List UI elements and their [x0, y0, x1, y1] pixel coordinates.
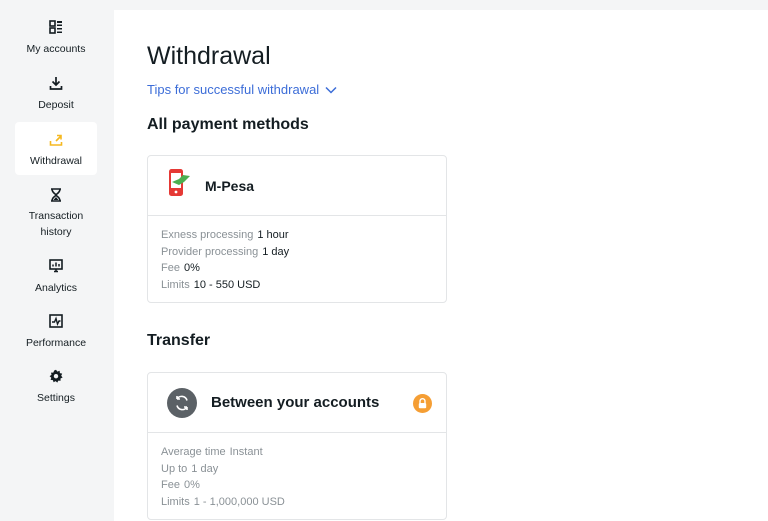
- card-details: Exness processing 1 hour Provider process…: [148, 216, 446, 293]
- detail-row: Fee 0%: [161, 479, 200, 491]
- detail-row: Exness processing 1 hour: [161, 229, 289, 241]
- detail-row: Limits 1 - 1,000,000 USD: [161, 495, 285, 508]
- detail-row: Up to 1 day: [161, 462, 219, 475]
- card-header: M-Pesa: [148, 156, 446, 216]
- card-details: Average time Instant Up to 1 day Fee 0% Lim…: [148, 433, 446, 510]
- transfer-arrows-icon: [167, 387, 197, 418]
- detail-row: Provider processing 1 day: [161, 245, 290, 258]
- hourglass-icon: [47, 186, 65, 203]
- tips-label: Tips for successful withdrawal: [147, 82, 320, 97]
- card-header: Between your accounts: [148, 373, 446, 433]
- mpesa-logo-icon: [167, 168, 191, 203]
- payment-methods-title: All payment methods: [147, 116, 309, 133]
- performance-icon: [47, 312, 65, 330]
- sidebar: My accounts Deposit Withdrawal Transacti…: [0, 0, 112, 521]
- main-content: Withdrawal Tips for successful withdrawa…: [114, 10, 768, 521]
- download-icon: [47, 74, 65, 92]
- sidebar-item-label: Settings: [37, 392, 75, 404]
- sidebar-item-label: Deposit: [38, 99, 74, 111]
- sidebar-item-label: Withdrawal: [30, 155, 82, 167]
- sidebar-item-analytics[interactable]: Analytics: [15, 257, 97, 297]
- sidebar-item-deposit[interactable]: Deposit: [15, 74, 97, 116]
- analytics-icon: [47, 257, 65, 275]
- sidebar-item-withdrawal[interactable]: Withdrawal: [15, 122, 97, 175]
- sidebar-item-label: Analytics: [34, 282, 77, 294]
- between-accounts-card[interactable]: Between your accounts Average time Instan…: [147, 372, 447, 520]
- card-title: Between your accounts: [211, 394, 380, 411]
- sidebar-item-my-accounts[interactable]: My accounts: [15, 18, 97, 60]
- card-title: M-Pesa: [205, 177, 255, 194]
- sidebar-item-performance[interactable]: Performance: [15, 312, 97, 352]
- mpesa-method-card[interactable]: M-Pesa Exness processing 1 hour Provider …: [147, 155, 447, 303]
- tips-toggle[interactable]: Tips for successful withdrawal: [147, 82, 337, 97]
- transfer-section-title: Transfer: [147, 332, 211, 349]
- page-title: Withdrawal: [147, 42, 271, 70]
- accounts-grid-icon: [47, 18, 65, 36]
- sidebar-item-settings[interactable]: Settings: [15, 367, 97, 407]
- detail-row: Fee 0%: [161, 262, 200, 274]
- lock-icon: [413, 394, 432, 413]
- gear-icon: [47, 367, 65, 385]
- sidebar-item-label: My accounts: [26, 43, 86, 55]
- detail-row: Limits 10 - 550 USD: [161, 278, 261, 291]
- sidebar-item-label: Performance: [25, 337, 87, 349]
- detail-row: Average time Instant: [161, 446, 263, 458]
- sidebar-item-transaction-history[interactable]: Transaction history: [15, 186, 97, 240]
- chevron-down-icon: [319, 82, 337, 97]
- sidebar-item-label: Transaction history: [28, 210, 84, 238]
- upload-icon: [47, 130, 65, 148]
